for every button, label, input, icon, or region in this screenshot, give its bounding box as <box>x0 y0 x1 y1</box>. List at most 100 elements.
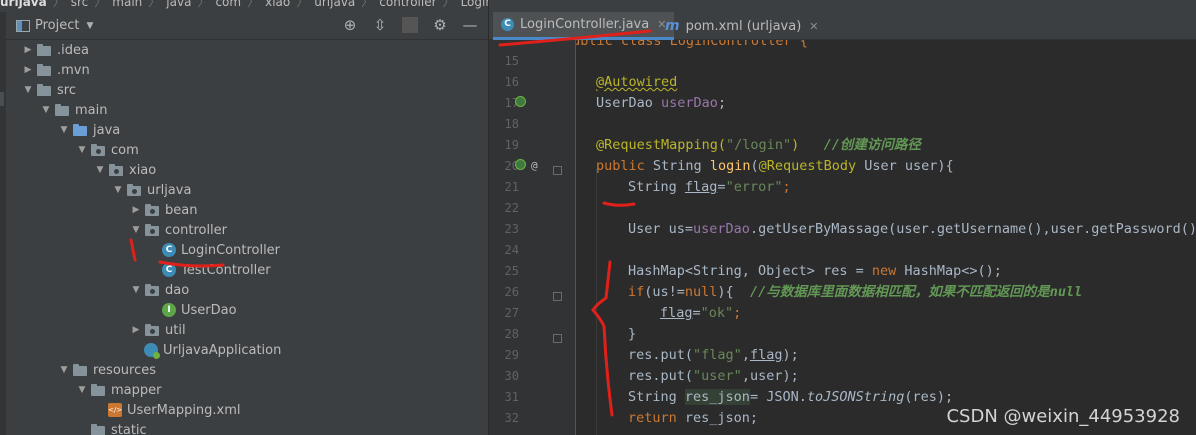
breadcrumb-item[interactable]: LoginController <box>455 0 488 8</box>
tree-item-label: xiao <box>129 162 157 178</box>
breadcrumb-item[interactable]: controller <box>373 0 442 8</box>
tree-item[interactable]: ▶</>UserMapping.xml <box>92 400 241 420</box>
expanded-arrow-icon[interactable]: ▼ <box>56 365 72 375</box>
gear-icon[interactable]: ⚙ <box>432 16 448 34</box>
folder-icon <box>90 423 106 435</box>
package-icon <box>108 163 124 177</box>
bean-navigation-icon[interactable] <box>515 159 526 170</box>
collapsed-arrow-icon[interactable]: ▶ <box>20 45 36 55</box>
tree-item[interactable]: ▼ com <box>74 140 139 160</box>
collapsed-arrow-icon[interactable]: ▶ <box>128 325 144 335</box>
tree-item[interactable]: ▶static <box>74 420 147 435</box>
breadcrumb: urljava 〉 src 〉 main 〉 java 〉 com 〉 xiao 〉 urljava 〉 c… <box>0 0 488 12</box>
tree-item[interactable]: ▼ urljava <box>110 180 192 200</box>
tab-pom-xml[interactable]: m pom.xml (urljava) ✕ <box>657 12 827 40</box>
tree-item-label: com <box>111 142 139 158</box>
code-line-29: res.put("flag",flag); <box>628 347 799 363</box>
locate-icon[interactable]: ⊕ <box>342 16 358 34</box>
fold-icon[interactable] <box>553 334 562 343</box>
expanded-arrow-icon[interactable]: ▼ <box>128 285 144 295</box>
tree-item[interactable]: ▼ main <box>38 100 108 120</box>
line-number: 16 <box>504 75 519 89</box>
breadcrumb-separator-icon: 〉 <box>247 0 260 9</box>
tree-item[interactable]: ▶ bean <box>128 200 198 220</box>
tree-item[interactable]: ▼ java <box>56 120 121 140</box>
expanded-arrow-icon[interactable]: ▼ <box>74 385 90 395</box>
package-icon <box>90 143 106 157</box>
line-number: 27 <box>504 306 519 320</box>
breadcrumb-item[interactable]: xiao <box>259 0 296 8</box>
tree-item[interactable]: ▼ dao <box>128 280 190 300</box>
line-number: 30 <box>504 369 519 383</box>
folder-icon <box>36 63 52 77</box>
line-number: 28 <box>504 327 519 341</box>
tree-item[interactable]: ▶IUserDao <box>146 300 237 320</box>
watermark: CSDN @weixin_44953928 <box>946 406 1180 427</box>
breadcrumb-item[interactable]: urljava <box>308 0 361 8</box>
tree-item[interactable]: ▶CLoginController <box>146 240 280 260</box>
expanded-arrow-icon[interactable]: ▼ <box>128 225 144 235</box>
project-view-selector[interactable]: Project ▼ <box>16 18 93 33</box>
line-number: 23 <box>504 222 519 236</box>
collapse-all-icon[interactable]: ⇳ <box>372 16 388 34</box>
collapsed-arrow-icon[interactable]: ▶ <box>20 65 36 75</box>
expanded-arrow-icon[interactable]: ▼ <box>38 105 54 115</box>
tree-item[interactable]: ▼ mapper <box>74 380 162 400</box>
line-number: 21 <box>504 180 519 194</box>
line-number: 29 <box>504 348 519 362</box>
code-editor[interactable]: public class LoginController { @Autowire… <box>576 40 1196 435</box>
mapping-at-icon[interactable]: @ <box>531 155 538 176</box>
breadcrumb-separator-icon: 〉 <box>94 0 107 9</box>
line-number: 18 <box>504 117 519 131</box>
tree-item[interactable]: ▶ .idea <box>20 40 89 60</box>
tree-item[interactable]: ▶UrljavaApplication <box>128 340 281 360</box>
breadcrumb-item[interactable]: java <box>160 0 197 8</box>
breadcrumb-item[interactable]: src <box>65 0 95 8</box>
tree-item[interactable]: ▼ src <box>20 80 76 100</box>
breadcrumb-separator-icon: 〉 <box>52 0 65 9</box>
line-number: 25 <box>504 264 519 278</box>
tree-item-label: UrljavaApplication <box>163 342 282 358</box>
package-icon <box>144 203 160 217</box>
line-number: 32 <box>504 411 519 425</box>
breadcrumb-item[interactable]: main <box>106 0 148 8</box>
divider <box>402 17 418 33</box>
breadcrumb-item[interactable]: com <box>209 0 247 8</box>
tree-item-label: bean <box>165 202 198 218</box>
fold-icon[interactable] <box>553 292 562 301</box>
tree-item[interactable]: ▶ .mvn <box>20 60 90 80</box>
expanded-arrow-icon[interactable]: ▼ <box>56 125 72 135</box>
tree-item-label: util <box>165 322 186 338</box>
package-icon <box>126 183 142 197</box>
breadcrumb-item[interactable]: urljava <box>0 0 53 8</box>
tool-window-strip <box>0 12 6 435</box>
tree-item[interactable]: ▼ resources <box>56 360 156 380</box>
breadcrumb-separator-icon: 〉 <box>361 0 374 9</box>
bean-navigation-icon[interactable] <box>515 96 526 107</box>
close-icon[interactable]: ✕ <box>809 20 818 33</box>
expanded-arrow-icon[interactable]: ▼ <box>74 145 90 155</box>
code-line-26: if(us!=null){ //与数据库里面数据相匹配，如果不匹配返回的是nul… <box>628 284 1083 300</box>
code-line-19: @RequestMapping("/login") //创建访问路径 <box>596 137 921 153</box>
tree-item[interactable]: ▶CTestController <box>146 260 271 280</box>
collapsed-arrow-icon[interactable]: ▶ <box>128 205 144 215</box>
project-panel-header: Project ▼ ⊕ ⇳ ⚙ — <box>6 12 488 40</box>
folder-icon <box>90 383 106 397</box>
editor-tabs: C LoginController.java ✕ m pom.xml (urlj… <box>489 0 1196 40</box>
expanded-arrow-icon[interactable]: ▼ <box>110 185 126 195</box>
tree-item[interactable]: ▼ xiao <box>92 160 157 180</box>
tab-login-controller[interactable]: C LoginController.java ✕ <box>493 12 675 40</box>
package-icon <box>144 323 160 337</box>
tree-item[interactable]: ▼ controller <box>128 220 228 240</box>
tree-item-label: UserDao <box>181 302 237 318</box>
line-number: 22 <box>504 201 519 215</box>
interface-icon: I <box>162 303 176 317</box>
fold-icon[interactable] <box>553 166 562 175</box>
tree-item[interactable]: ▶ util <box>128 320 186 340</box>
minimize-icon[interactable]: — <box>462 16 478 34</box>
code-line-25: HashMap<String, Object> res = new HashMa… <box>628 263 1002 279</box>
xml-file-icon: </> <box>108 403 122 417</box>
expanded-arrow-icon[interactable]: ▼ <box>20 85 36 95</box>
project-panel: Project ▼ ⊕ ⇳ ⚙ — ▶ .idea ▶ .mvn ▼ src ▼ main ▼ j… <box>0 12 488 435</box>
expanded-arrow-icon[interactable]: ▼ <box>92 165 108 175</box>
